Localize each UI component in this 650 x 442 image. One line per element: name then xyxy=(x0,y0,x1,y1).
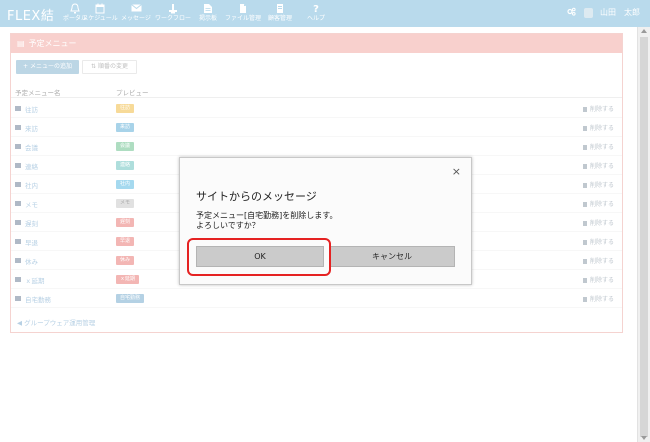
dialog-title: サイトからのメッセージ xyxy=(196,190,317,203)
scroll-down-arrow-icon[interactable] xyxy=(641,436,647,440)
cancel-button[interactable]: キャンセル xyxy=(329,246,455,267)
dialog-message-line-1: 予定メニュー[自宅勤務]を削除します。 xyxy=(196,211,338,220)
scrollbar-thumb[interactable] xyxy=(640,37,648,437)
dialog-message: 予定メニュー[自宅勤務]を削除します。 よろしいですか？ xyxy=(196,211,337,231)
scroll-up-arrow-icon[interactable] xyxy=(641,29,647,33)
ok-button-highlight xyxy=(187,238,331,276)
dialog-message-line-2: よろしいですか？ xyxy=(196,221,260,230)
vertical-scrollbar[interactable] xyxy=(637,27,650,442)
close-icon[interactable]: × xyxy=(452,166,461,177)
